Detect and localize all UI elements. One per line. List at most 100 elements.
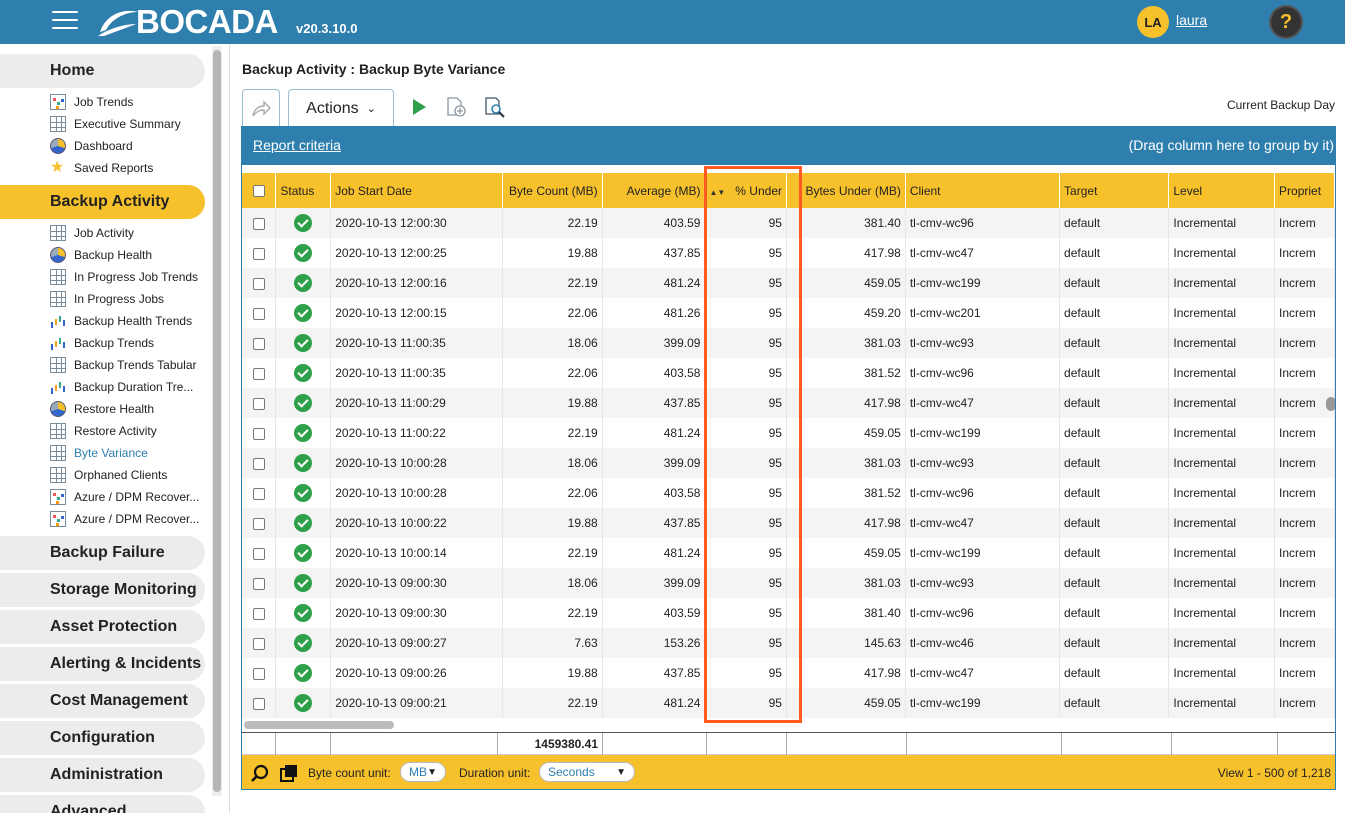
table-row[interactable]: 2020-10-13 10:00:28 18.06 399.09 95 381.03 tl… bbox=[242, 448, 1335, 478]
row-checkbox[interactable] bbox=[252, 247, 265, 260]
table-row[interactable]: 2020-10-13 10:00:22 19.88 437.85 95 417.98 tl… bbox=[242, 508, 1335, 538]
sidebar-item-azure-dpm-recovery-2[interactable]: Azure / DPM Recover... bbox=[50, 509, 199, 529]
sidebar-item-restore-activity[interactable]: Restore Activity bbox=[50, 421, 157, 441]
actions-button[interactable]: Actions ⌄ bbox=[288, 89, 394, 127]
sidebar-item-orphaned-clients[interactable]: Orphaned Clients bbox=[50, 465, 167, 485]
sidebar-section-home[interactable]: Home bbox=[0, 54, 205, 88]
column-header-level[interactable]: Level bbox=[1168, 173, 1276, 208]
table-row[interactable]: 2020-10-13 10:00:14 22.19 481.24 95 459.05 tl… bbox=[242, 538, 1335, 568]
run-button[interactable] bbox=[408, 96, 430, 118]
sidebar-item-backup-health-trends[interactable]: Backup Health Trends bbox=[50, 311, 192, 331]
sidebar-item-saved-reports[interactable]: ★ Saved Reports bbox=[50, 158, 153, 178]
horizontal-scrollbar[interactable] bbox=[242, 718, 1335, 732]
row-checkbox[interactable] bbox=[252, 427, 265, 440]
column-header-client[interactable]: Client bbox=[905, 173, 1061, 208]
row-select-cell[interactable] bbox=[242, 538, 277, 568]
row-checkbox[interactable] bbox=[252, 337, 265, 350]
table-row[interactable]: 2020-10-13 09:00:21 22.19 481.24 95 459.05 tl… bbox=[242, 688, 1335, 718]
column-header-bytes-under[interactable]: Bytes Under (MB) bbox=[786, 173, 906, 208]
row-checkbox[interactable] bbox=[252, 697, 265, 710]
column-header-proprietary[interactable]: Propriet bbox=[1274, 173, 1335, 208]
row-select-cell[interactable] bbox=[242, 208, 277, 238]
logo[interactable]: BOCADA bbox=[96, 3, 278, 40]
row-select-cell[interactable] bbox=[242, 298, 277, 328]
table-row[interactable]: 2020-10-13 11:00:29 19.88 437.85 95 417.98 tl… bbox=[242, 388, 1335, 418]
table-row[interactable]: 2020-10-13 09:00:27 7.63 153.26 95 145.63 tl-… bbox=[242, 628, 1335, 658]
table-row[interactable]: 2020-10-13 12:00:15 22.06 481.26 95 459.20 tl… bbox=[242, 298, 1335, 328]
sidebar-item-backup-health[interactable]: Backup Health bbox=[50, 245, 152, 265]
row-select-cell[interactable] bbox=[242, 508, 277, 538]
inspect-report-button[interactable] bbox=[484, 96, 506, 118]
row-select-cell[interactable] bbox=[242, 388, 277, 418]
row-checkbox[interactable] bbox=[252, 607, 265, 620]
add-report-button[interactable] bbox=[445, 96, 467, 118]
help-icon[interactable]: ? bbox=[1269, 5, 1303, 39]
copy-icon[interactable] bbox=[279, 764, 299, 787]
search-icon[interactable] bbox=[250, 764, 270, 787]
row-checkbox[interactable] bbox=[252, 397, 265, 410]
sidebar-item-in-progress-jobs[interactable]: In Progress Jobs bbox=[50, 289, 164, 309]
byte-unit-select[interactable]: MB ▼ bbox=[400, 762, 446, 782]
column-header-percent-under[interactable]: ▲▼% Under bbox=[704, 173, 787, 208]
table-row[interactable]: 2020-10-13 10:00:28 22.06 403.58 95 381.52 tl… bbox=[242, 478, 1335, 508]
row-select-cell[interactable] bbox=[242, 568, 277, 598]
row-checkbox[interactable] bbox=[252, 367, 265, 380]
row-select-cell[interactable] bbox=[242, 628, 277, 658]
sidebar-item-dashboard[interactable]: Dashboard bbox=[50, 136, 133, 156]
row-checkbox[interactable] bbox=[252, 487, 265, 500]
row-select-cell[interactable] bbox=[242, 598, 277, 628]
row-select-cell[interactable] bbox=[242, 238, 277, 268]
column-header-status[interactable]: Status bbox=[275, 173, 332, 208]
sidebar-section-backup-failure[interactable]: Backup Failure bbox=[0, 536, 205, 570]
sidebar-item-job-trends[interactable]: Job Trends bbox=[50, 92, 133, 112]
sidebar-item-backup-trends-tabular[interactable]: Backup Trends Tabular bbox=[50, 355, 197, 375]
sidebar-section-cost-management[interactable]: Cost Management bbox=[0, 684, 205, 718]
sidebar-section-alerting-incidents[interactable]: Alerting & Incidents bbox=[0, 647, 205, 681]
select-all-header[interactable] bbox=[242, 173, 277, 208]
row-select-cell[interactable] bbox=[242, 328, 277, 358]
table-row[interactable]: 2020-10-13 12:00:25 19.88 437.85 95 417.98 tl… bbox=[242, 238, 1335, 268]
column-header-job-start-date[interactable]: Job Start Date bbox=[330, 173, 503, 208]
row-select-cell[interactable] bbox=[242, 358, 277, 388]
sidebar-item-byte-variance[interactable]: Byte Variance bbox=[50, 443, 148, 463]
sidebar-item-in-progress-job-trends[interactable]: In Progress Job Trends bbox=[50, 267, 198, 287]
username-link[interactable]: laura bbox=[1176, 12, 1207, 28]
row-checkbox[interactable] bbox=[252, 517, 265, 530]
duration-unit-select[interactable]: Seconds ▼ bbox=[539, 762, 635, 782]
vertical-scroll-handle[interactable] bbox=[1326, 397, 1335, 411]
table-row[interactable]: 2020-10-13 12:00:30 22.19 403.59 95 381.40 tl… bbox=[242, 208, 1335, 238]
column-header-target[interactable]: Target bbox=[1059, 173, 1170, 208]
row-checkbox[interactable] bbox=[252, 577, 265, 590]
group-by-bar[interactable]: Report criteria (Drag column here to gro… bbox=[242, 127, 1335, 165]
select-all-checkbox[interactable] bbox=[252, 185, 265, 198]
row-select-cell[interactable] bbox=[242, 658, 277, 688]
row-select-cell[interactable] bbox=[242, 418, 277, 448]
sidebar-section-asset-protection[interactable]: Asset Protection bbox=[0, 610, 205, 644]
sidebar-item-job-activity[interactable]: Job Activity bbox=[50, 223, 134, 243]
row-checkbox[interactable] bbox=[252, 307, 265, 320]
row-select-cell[interactable] bbox=[242, 268, 277, 298]
column-header-byte-count[interactable]: Byte Count (MB) bbox=[502, 173, 603, 208]
sidebar-item-azure-dpm-recovery-1[interactable]: Azure / DPM Recover... bbox=[50, 487, 199, 507]
avatar[interactable]: LA bbox=[1137, 6, 1169, 38]
sidebar-item-backup-trends[interactable]: Backup Trends bbox=[50, 333, 154, 353]
sidebar-scrollbar[interactable] bbox=[212, 46, 222, 796]
row-checkbox[interactable] bbox=[252, 217, 265, 230]
report-criteria-link[interactable]: Report criteria bbox=[253, 137, 341, 153]
menu-icon[interactable] bbox=[52, 11, 78, 31]
row-select-cell[interactable] bbox=[242, 688, 277, 718]
table-row[interactable]: 2020-10-13 09:00:26 19.88 437.85 95 417.98 tl… bbox=[242, 658, 1335, 688]
table-row[interactable]: 2020-10-13 09:00:30 22.19 403.59 95 381.40 tl… bbox=[242, 598, 1335, 628]
table-row[interactable]: 2020-10-13 11:00:35 22.06 403.58 95 381.52 tl… bbox=[242, 358, 1335, 388]
table-row[interactable]: 2020-10-13 12:00:16 22.19 481.24 95 459.05 tl… bbox=[242, 268, 1335, 298]
column-header-average[interactable]: Average (MB) bbox=[602, 173, 706, 208]
sidebar-item-restore-health[interactable]: Restore Health bbox=[50, 399, 154, 419]
sidebar-section-administration[interactable]: Administration bbox=[0, 758, 205, 792]
sidebar-section-advanced[interactable]: Advanced bbox=[0, 795, 205, 813]
share-button[interactable] bbox=[242, 89, 280, 127]
sidebar-section-configuration[interactable]: Configuration bbox=[0, 721, 205, 755]
sidebar-item-executive-summary[interactable]: Executive Summary bbox=[50, 114, 181, 134]
sidebar-section-storage-monitoring[interactable]: Storage Monitoring bbox=[0, 573, 205, 607]
row-checkbox[interactable] bbox=[252, 667, 265, 680]
sidebar-item-backup-duration-trends[interactable]: Backup Duration Tre... bbox=[50, 377, 193, 397]
